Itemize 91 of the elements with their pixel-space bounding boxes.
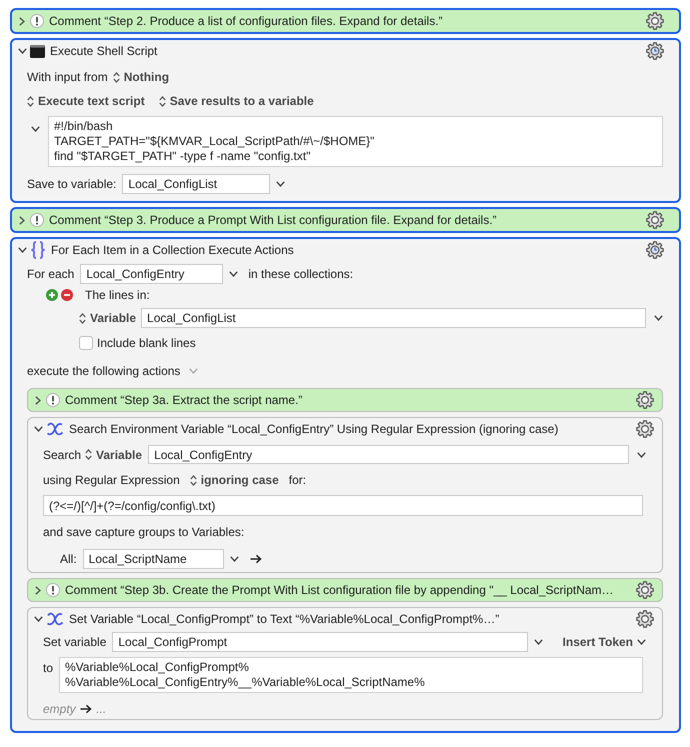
- regex-field[interactable]: (?<=/)[^/]+(?=/config/config\.txt): [43, 495, 643, 516]
- insert-token-button[interactable]: Insert Token: [562, 635, 646, 649]
- text-value-field[interactable]: %Variable%Local_ConfigPrompt% %Variable%Local_ConfigEntry%__%Variable%Local_ScriptName%: [59, 657, 643, 693]
- gear-icon[interactable]: [636, 581, 654, 599]
- field-label: in these collections:: [248, 267, 354, 281]
- field-label: for:: [288, 473, 306, 487]
- chevron-right-icon[interactable]: [35, 396, 41, 404]
- chevron-right-icon[interactable]: [19, 216, 25, 224]
- case-popup[interactable]: ignoring case: [190, 473, 279, 487]
- checkbox-label: Include blank lines: [97, 336, 196, 350]
- comment-title: Comment “Step 3. Produce a Prompt With List configuration file. Expand for details.”: [49, 213, 497, 227]
- chevron-down-icon[interactable]: [31, 126, 40, 132]
- chevron-down-icon[interactable]: [18, 247, 26, 253]
- gear-icon[interactable]: [636, 420, 654, 438]
- field-label: All:: [60, 552, 77, 566]
- action-title: Set Variable “Local_ConfigPrompt” to Text “%Variable%Local_ConfigPrompt%…”: [69, 612, 500, 626]
- chevron-right-icon[interactable]: [19, 16, 25, 26]
- dropdown-chevron-icon[interactable]: [229, 271, 238, 277]
- variable-x-icon: [46, 421, 64, 437]
- action-panel[interactable]: [10, 38, 681, 203]
- comment-title: Comment “Step 2. Produce a list of configuration files. Expand for details.”: [49, 14, 443, 28]
- variable-field[interactable]: Local_ScriptName: [82, 549, 224, 569]
- updown-chevron-icon: [27, 96, 34, 106]
- variable-field[interactable]: Local_ConfigEntry: [80, 264, 224, 284]
- add-icon[interactable]: [46, 289, 58, 301]
- field-label: Set variable: [43, 635, 106, 649]
- input-source-popup[interactable]: Nothing: [112, 70, 170, 84]
- script-mode-popup[interactable]: Execute text script: [27, 94, 145, 108]
- field-label: For each: [27, 267, 74, 281]
- gear-icon[interactable]: [636, 610, 654, 628]
- arrow-icon: [80, 704, 92, 714]
- updown-chevron-icon: [85, 449, 92, 460]
- exclamation-icon: [46, 583, 60, 597]
- updown-chevron-icon: [112, 72, 120, 82]
- chevron-down-icon: [637, 639, 646, 645]
- variable-field[interactable]: Local_ConfigList: [141, 308, 646, 328]
- gear-clock-icon[interactable]: [646, 241, 664, 259]
- chevron-down-icon[interactable]: [34, 616, 42, 622]
- empty-label: empty: [43, 702, 76, 716]
- section-label: execute the following actions: [27, 364, 180, 378]
- field-label: using Regular Expression: [43, 473, 180, 487]
- updown-chevron-icon: [158, 96, 166, 106]
- source-kind-popup[interactable]: Variable: [85, 448, 142, 462]
- section-label: and save capture groups to Variables:: [43, 525, 244, 539]
- variable-field[interactable]: Local_ConfigEntry: [148, 445, 629, 464]
- gear-clock-icon[interactable]: [646, 42, 664, 60]
- action-title: Search Environment Variable “Local_ConfigEntry” Using Regular Expression (ignoring case): [69, 422, 558, 436]
- collection-label: The lines in:: [85, 288, 150, 302]
- comment-panel[interactable]: Comment “Step 2. Produce a list of configuration files. Expand for details.”: [10, 8, 681, 34]
- field-label: Search: [43, 448, 82, 462]
- gear-icon[interactable]: [646, 211, 664, 229]
- gear-icon[interactable]: [636, 391, 654, 409]
- field-label: With input from: [27, 70, 108, 84]
- comment-title: Comment “Step 3b. Create the Prompt With List configuration file by appending "__ Local_ScriptNam…: [65, 583, 614, 597]
- action-panel[interactable]: [27, 417, 663, 573]
- exclamation-icon: [46, 393, 60, 407]
- dropdown-chevron-icon[interactable]: [534, 639, 543, 645]
- chevron-down-icon[interactable]: [18, 48, 26, 54]
- comment-panel[interactable]: Comment “Step 3a. Extract the script name.”: [27, 388, 663, 412]
- comment-panel[interactable]: Comment “Step 3. Produce a Prompt With List configuration file. Expand for details.”: [10, 207, 681, 233]
- exclamation-icon: [30, 213, 44, 227]
- updown-chevron-icon: [79, 312, 86, 324]
- dropdown-chevron-icon[interactable]: [230, 556, 239, 562]
- field-label: Save to variable:: [27, 177, 116, 191]
- gear-icon[interactable]: [646, 12, 664, 30]
- action-panel[interactable]: [27, 607, 663, 720]
- dropdown-chevron-icon[interactable]: [276, 181, 286, 187]
- script-editor[interactable]: #!/bin/bash TARGET_PATH="${KMVAR_Local_ScriptPath/#\~/$HOME}" find "$TARGET_PATH" -type f -name "config.txt": [48, 116, 663, 167]
- action-title: For Each Item in a Collection Execute Actions: [51, 243, 294, 257]
- chevron-right-icon[interactable]: [35, 586, 41, 594]
- field-label: to: [43, 661, 54, 675]
- checkbox[interactable]: [79, 336, 93, 350]
- updown-chevron-icon: [190, 474, 197, 486]
- comment-title: Comment “Step 3a. Extract the script name.”: [65, 393, 302, 407]
- comment-panel[interactable]: Comment “Step 3b. Create the Prompt With List configuration file by appending "__ Local_ScriptNam…: [27, 578, 663, 602]
- chevron-down-icon[interactable]: [34, 426, 42, 432]
- variable-field[interactable]: Local_ConfigList: [122, 174, 270, 194]
- braces-icon: [30, 241, 46, 259]
- action-panel[interactable]: [10, 237, 681, 733]
- exclamation-icon: [30, 14, 44, 28]
- variable-field[interactable]: Local_ConfigPrompt: [112, 632, 528, 652]
- terminal-icon: [30, 44, 45, 58]
- dropdown-chevron-icon[interactable]: [654, 315, 663, 321]
- output-popup[interactable]: Save results to a variable: [158, 94, 314, 108]
- remove-icon[interactable]: [61, 289, 73, 301]
- source-kind-popup[interactable]: Variable: [79, 311, 136, 325]
- arrow-icon: [250, 554, 262, 564]
- dropdown-chevron-icon[interactable]: [637, 452, 646, 458]
- more-label: ...: [96, 702, 106, 716]
- variable-x-icon: [46, 611, 64, 627]
- action-title: Execute Shell Script: [50, 44, 158, 58]
